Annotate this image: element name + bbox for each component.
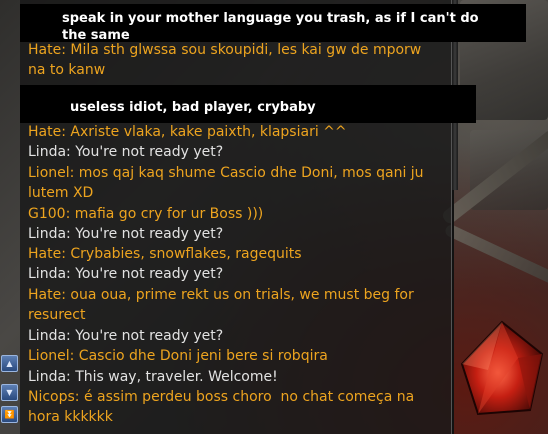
chat-line: Hate: Crybabies, snowflakes, ragequits (28, 246, 302, 262)
translation-text: useless idiot, bad player, crybaby (70, 100, 316, 115)
chat-line: Linda: You're not ready yet? (28, 226, 224, 242)
translation-banner: speak in your mother language you trash,… (20, 4, 526, 43)
chevron-down-icon[interactable]: ▼ (1, 384, 18, 401)
chevron-up-icon[interactable]: ▲ (1, 355, 18, 372)
chat-line: Lionel: mos qaj kaq shume Cascio dhe Don… (28, 165, 424, 181)
chat-line: G100: mafia go cry for ur Boss ))) (28, 206, 264, 222)
red-crystal-icon (460, 320, 544, 416)
chat-line: Linda: You're not ready yet? (28, 328, 224, 344)
chat-line: resurect (28, 307, 86, 323)
chat-line: Hate: Axriste vlaka, kake paixth, klapsi… (28, 124, 347, 140)
chat-line: Hate: oua oua, prime rekt us on trials, … (28, 287, 414, 303)
double-chevron-down-icon[interactable]: ⏬ (1, 406, 18, 423)
chat-line: Linda: You're not ready yet? (28, 144, 224, 160)
chat-line: Linda: This way, traveler. Welcome! (28, 369, 278, 385)
translation-text: speak in your mother language you trash,… (62, 11, 479, 26)
chat-line: Nicops: é assim perdeu boss choro no cha… (28, 389, 415, 405)
chat-line: lutem XD (28, 185, 94, 201)
chat-line: na to kanw (28, 62, 106, 78)
chat-line: Lionel: Cascio dhe Doni jeni bere si rob… (28, 348, 328, 364)
chat-line: Linda: You're not ready yet? (28, 266, 224, 282)
translation-text: the same (62, 28, 130, 43)
translation-banner: useless idiot, bad player, crybaby (20, 85, 476, 123)
chat-line: hora kkkkkk (28, 409, 113, 425)
